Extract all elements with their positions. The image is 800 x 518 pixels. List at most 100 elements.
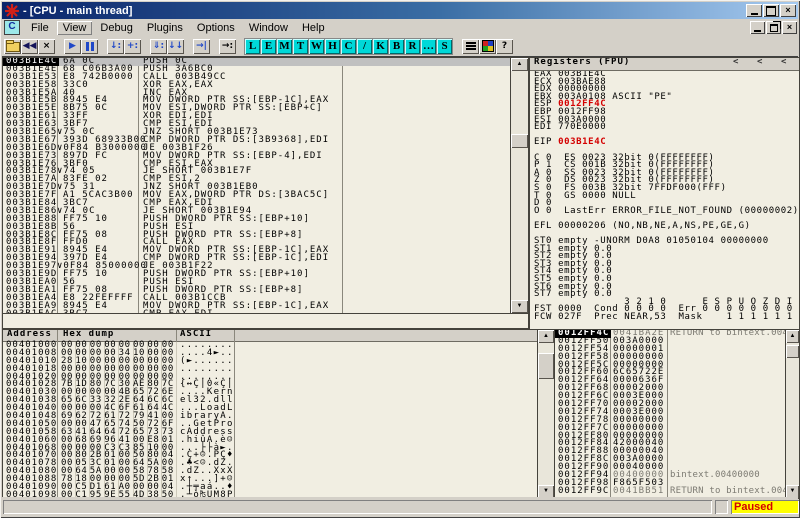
appearance-button[interactable]	[479, 39, 496, 54]
panel-button-slash[interactable]: /	[357, 39, 372, 54]
disasm-row[interactable]: 003B1E9DFF75 10PUSH DWORD PTR SS:[EBP+10…	[3, 271, 510, 279]
menu-item-debug[interactable]: Debug	[94, 21, 138, 35]
status-state-badge: Paused	[731, 500, 799, 514]
run-button[interactable]: ▶	[64, 39, 81, 54]
pause-button[interactable]	[81, 39, 98, 54]
restart-icon: ◀◀	[23, 42, 37, 51]
step-into-icon: ↓:	[110, 42, 121, 51]
stack-row[interactable]: 0012FF9C0041BB51RETURN to bintext.0041BB…	[555, 488, 785, 496]
toolbar: ◀◀ × ▶ ↓: +: ⇓: ↓↓ →| →: LEMTWHC/KBR…S?	[2, 36, 798, 56]
dump-header-hex: Hex dump	[63, 331, 114, 339]
mdi-minimize-icon[interactable]	[750, 21, 765, 34]
menu-item-options[interactable]: Options	[191, 21, 241, 35]
dump-pane[interactable]: Address Hex dump ASCII 00401000000000000…	[2, 329, 538, 499]
statusbar: Paused	[2, 497, 798, 516]
animate-into-icon: ⇓:	[153, 42, 164, 51]
disasm-row[interactable]: 003B1E5833C0XOR EAX,EAX	[3, 82, 510, 90]
stack-value: 0041BB51	[613, 488, 664, 496]
mdi-close-icon[interactable]: ×	[782, 21, 797, 34]
minimize-icon[interactable]	[746, 4, 762, 17]
panel-button-b[interactable]: B	[389, 39, 404, 54]
stack-scrollbar[interactable]: ▲ ▼	[785, 329, 800, 499]
panel-button-r[interactable]: R	[405, 39, 420, 54]
scroll-up-icon[interactable]: ▲	[538, 330, 554, 343]
panel-button-e[interactable]: E	[261, 39, 276, 54]
scroll-thumb[interactable]	[511, 134, 528, 148]
dump-scrollbar[interactable]: ▲ ▼	[537, 329, 555, 499]
dump-header-address: Address	[7, 331, 52, 339]
list-icon	[466, 41, 476, 51]
menu-item-view[interactable]: View	[57, 21, 93, 35]
panel-button-h[interactable]: H	[325, 39, 340, 54]
disasm-row[interactable]: 003B1E88FF75 10PUSH DWORD PTR SS:[EBP+10…	[3, 216, 510, 224]
menubar: C FileViewDebugPluginsOptionsWindowHelp …	[2, 19, 798, 36]
step-over-icon: +:	[127, 42, 138, 51]
close-program-button[interactable]: ×	[38, 39, 55, 54]
pause-icon	[86, 42, 94, 51]
panel-button-w[interactable]: W	[309, 39, 324, 54]
close-program-icon: ×	[43, 42, 51, 51]
open-file-icon	[6, 42, 20, 52]
register-value-changed: 003B1E4C	[558, 137, 606, 147]
restart-button[interactable]: ◀◀	[21, 39, 38, 54]
cpu-window-icon[interactable]: C	[4, 20, 20, 35]
registers-title: Registers (FPU)	[534, 59, 630, 67]
menu-item-window[interactable]: Window	[243, 21, 294, 35]
disassembly-pane[interactable]: 003B1E4C6A 0CPUSH 0C003B1E4E68 C06B3A00P…	[2, 57, 511, 314]
registers-pane[interactable]: Registers (FPU) < < < EAX 003B1E4CECX 00…	[529, 57, 800, 330]
stack-comment: bintext.00400000	[670, 472, 760, 480]
panel-button-s[interactable]: S	[437, 39, 452, 54]
mdi-restore-icon[interactable]	[766, 21, 781, 34]
window-controls: ×	[746, 4, 796, 17]
status-small-field	[715, 500, 728, 514]
titlebar: - [CPU - main thread] ×	[2, 2, 798, 19]
scroll-up-icon[interactable]: ▲	[786, 330, 799, 343]
animate-over-icon: ↓↓	[168, 42, 183, 51]
app-icon	[5, 4, 19, 18]
step-over-button[interactable]: +:	[124, 39, 141, 54]
registers-header: Registers (FPU) < < <	[530, 58, 799, 71]
fpu-pager-icon[interactable]: <	[733, 59, 739, 67]
ollydbg-window: - [CPU - main thread] × C FileViewDebugP…	[0, 0, 800, 518]
register-line: EFL 00000206 (NO,NB,NE,A,NS,PE,GE,G)	[530, 223, 799, 231]
scroll-thumb[interactable]	[786, 345, 799, 358]
run-icon: ▶	[69, 42, 76, 51]
panel-button-k[interactable]: K	[373, 39, 388, 54]
mdi-window-controls: ×	[750, 21, 797, 34]
help-icon: ?	[502, 42, 507, 51]
panel-button-c[interactable]: C	[341, 39, 356, 54]
menu-items: FileViewDebugPluginsOptionsWindowHelp	[25, 21, 333, 35]
animate-into-button[interactable]: ⇓:	[150, 39, 167, 54]
stack-comment: RETURN to bintext.0041BA2E	[670, 330, 786, 338]
register-line: T 0 GS 0000 NULL	[530, 193, 799, 201]
register-line: O 0 LastErr ERROR_FILE_NOT_FOUND (000000…	[530, 208, 799, 216]
open-file-button[interactable]	[4, 39, 21, 54]
scroll-thumb[interactable]	[538, 353, 554, 379]
windows-list-button[interactable]	[462, 39, 479, 54]
step-into-button[interactable]: ↓:	[107, 39, 124, 54]
panel-button-m[interactable]: M	[277, 39, 292, 54]
info-pane[interactable]	[2, 313, 529, 329]
panel-button-dots[interactable]: …	[421, 39, 436, 54]
help-button[interactable]: ?	[496, 39, 513, 54]
panel-button-l[interactable]: L	[245, 39, 260, 54]
fpu-pager-icon[interactable]: <	[781, 59, 787, 67]
scroll-up-icon[interactable]: ▲	[511, 58, 528, 71]
go-to-address-button[interactable]: →:	[219, 39, 236, 54]
close-icon[interactable]: ×	[780, 4, 796, 17]
dump-header-ascii: ASCII	[180, 331, 212, 339]
panel-button-t[interactable]: T	[293, 39, 308, 54]
fpu-pager-icon[interactable]: <	[757, 59, 763, 67]
disassembly-scrollbar[interactable]: ▲ ▼	[510, 57, 529, 314]
animate-over-button[interactable]: ↓↓	[167, 39, 184, 54]
execute-till-return-icon: →|	[196, 42, 207, 51]
menu-item-help[interactable]: Help	[296, 21, 331, 35]
execute-till-return-button[interactable]: →|	[193, 39, 210, 54]
menu-item-file[interactable]: File	[25, 21, 55, 35]
maximize-icon[interactable]	[763, 4, 779, 17]
register-line: EIP 003B1E4C	[530, 139, 799, 147]
stack-pane[interactable]: 0012FF4C0041BA2ERETURN to bintext.0041BA…	[554, 329, 786, 499]
menu-item-plugins[interactable]: Plugins	[141, 21, 189, 35]
go-to-address-icon: →:	[222, 42, 233, 51]
scroll-down-icon[interactable]: ▼	[511, 300, 528, 313]
